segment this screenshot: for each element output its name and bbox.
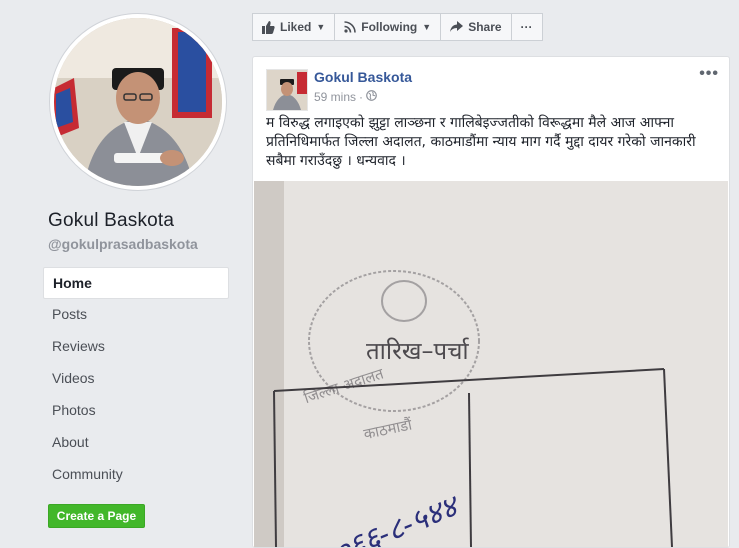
page-sidebar: Gokul Baskota @gokulprasadbaskota Home P…	[0, 0, 239, 538]
liked-button[interactable]: Liked ▼	[252, 13, 336, 41]
following-button[interactable]: Following ▼	[334, 13, 442, 41]
nav-item-photos[interactable]: Photos	[43, 395, 229, 427]
post-meta: 59 mins ·	[314, 90, 377, 104]
nav-item-reviews[interactable]: Reviews	[43, 331, 229, 363]
rss-feed-icon	[344, 21, 357, 33]
share-arrow-icon	[450, 21, 464, 33]
post-card: Gokul Baskota 59 mins · ••• म विरुद्ध लग…	[252, 56, 730, 548]
share-button[interactable]: Share	[440, 13, 512, 41]
thumbs-up-icon	[262, 20, 275, 34]
court-document-photo: तारिख–पर्चा जिल्ला अदालत काठमाडौं ०६६-८-…	[254, 181, 728, 547]
page-username[interactable]: @gokulprasadbaskota	[48, 236, 198, 252]
post-options-icon[interactable]: •••	[699, 65, 719, 83]
profile-picture[interactable]	[50, 14, 226, 190]
nav-item-community[interactable]: Community	[43, 459, 229, 491]
chevron-down-icon: ▼	[316, 22, 326, 32]
page-nav: Home Posts Reviews Videos Photos About C…	[43, 267, 229, 491]
stamp-title: तारिख–पर्चा	[366, 337, 470, 365]
more-options-button[interactable]: ···	[510, 13, 543, 41]
create-page-button[interactable]: Create a Page	[48, 504, 145, 528]
more-icon: ···	[520, 20, 533, 34]
liked-label: Liked	[280, 20, 312, 34]
following-label: Following	[361, 20, 418, 34]
post-author-avatar[interactable]	[266, 69, 308, 111]
post-photo[interactable]: तारिख–पर्चा जिल्ला अदालत काठमाडौं ०६६-८-…	[254, 181, 728, 547]
nav-item-videos[interactable]: Videos	[43, 363, 229, 395]
nav-item-about[interactable]: About	[43, 427, 229, 459]
post-timestamp[interactable]: 59 mins	[314, 90, 356, 104]
share-label: Share	[468, 20, 502, 34]
globe-icon[interactable]	[366, 90, 377, 104]
nav-item-posts[interactable]: Posts	[43, 299, 229, 331]
page-title[interactable]: Gokul Baskota	[48, 210, 174, 232]
post-author-name[interactable]: Gokul Baskota	[314, 69, 412, 85]
post-body-text: म विरुद्ध लगाइएको झुट्टा लाञ्छना र गालिब…	[266, 115, 696, 169]
page-action-bar: Liked ▼ Following ▼ Share ···	[252, 13, 543, 41]
chevron-down-icon: ▼	[422, 22, 432, 32]
nav-item-home[interactable]: Home	[43, 267, 229, 299]
profile-photo	[54, 18, 222, 186]
